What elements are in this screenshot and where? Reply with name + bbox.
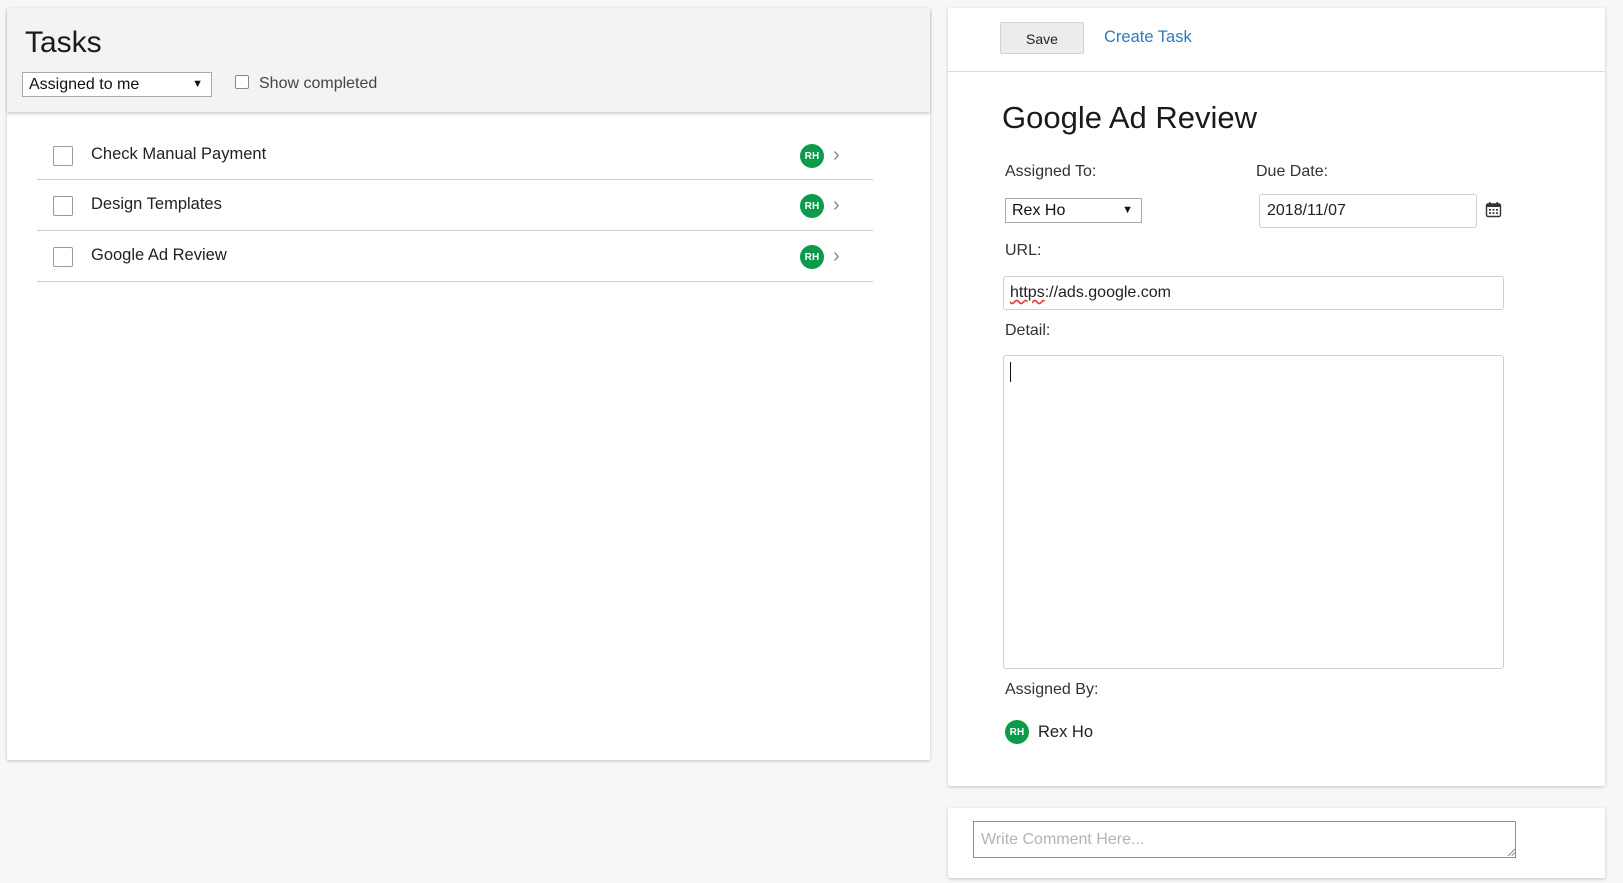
avatar: RH [800, 194, 824, 218]
task-filter-value: Assigned to me [29, 76, 140, 93]
task-filter-select[interactable]: Assigned to me ▼ [22, 72, 212, 97]
task-list: Check Manual Payment RH › Design Templat… [37, 130, 873, 282]
detail-label: Detail: [1005, 322, 1051, 339]
task-label: Google Ad Review [91, 246, 227, 264]
show-completed-label: Show completed [259, 75, 378, 92]
task-checkbox[interactable] [53, 146, 73, 166]
avatar: RH [1005, 720, 1029, 744]
task-checkbox[interactable] [53, 196, 73, 216]
comment-input[interactable]: Write Comment Here... [973, 821, 1516, 858]
create-task-link[interactable]: Create Task [1104, 28, 1192, 47]
caret-down-icon: ▼ [1122, 204, 1133, 216]
task-list-header: Tasks Assigned to me ▼ Show completed [7, 8, 930, 112]
comment-panel: Write Comment Here... [948, 808, 1605, 878]
assigned-to-label: Assigned To: [1005, 163, 1097, 180]
due-date-input[interactable]: 2018/11/07 [1259, 194, 1477, 228]
task-checkbox[interactable] [53, 247, 73, 267]
url-label: URL: [1005, 242, 1042, 259]
show-completed-checkbox[interactable] [235, 75, 249, 89]
page-title: Tasks [25, 26, 102, 59]
caret-down-icon: ▼ [192, 78, 203, 90]
url-value-rest: ://ads.google.com [1044, 284, 1171, 301]
show-completed-toggle[interactable]: Show completed [235, 75, 377, 93]
calendar-icon[interactable] [1485, 201, 1502, 218]
chevron-right-icon[interactable]: › [833, 246, 840, 266]
assigned-to-value: Rex Ho [1012, 202, 1066, 219]
task-title: Google Ad Review [1002, 100, 1258, 135]
due-date-label: Due Date: [1256, 163, 1329, 180]
chevron-right-icon[interactable]: › [833, 145, 840, 165]
resize-grip-icon[interactable] [1507, 848, 1515, 856]
task-label: Design Templates [91, 195, 222, 213]
task-detail-panel: Save Create Task Google Ad Review Assign… [948, 8, 1605, 786]
assigned-by-label: Assigned By: [1005, 681, 1099, 698]
avatar: RH [800, 245, 824, 269]
chevron-right-icon[interactable]: › [833, 195, 840, 215]
assigned-by-name: Rex Ho [1038, 722, 1094, 741]
save-button[interactable]: Save [1000, 22, 1084, 54]
task-row[interactable]: Check Manual Payment RH › [37, 130, 873, 180]
task-row[interactable]: Google Ad Review RH › [37, 231, 873, 282]
assigned-by: RH Rex Ho [1005, 720, 1093, 744]
assigned-to-select[interactable]: Rex Ho ▼ [1005, 198, 1142, 223]
task-row[interactable]: Design Templates RH › [37, 180, 873, 231]
task-list-panel: Tasks Assigned to me ▼ Show completed Ch… [7, 8, 930, 760]
url-value-prefix: https [1010, 284, 1045, 301]
task-label: Check Manual Payment [91, 145, 267, 163]
text-cursor [1010, 362, 1011, 382]
avatar: RH [800, 144, 824, 168]
detail-toolbar: Save Create Task [948, 8, 1605, 72]
url-input[interactable]: https://ads.google.com [1003, 276, 1504, 310]
detail-textarea[interactable] [1003, 355, 1504, 669]
